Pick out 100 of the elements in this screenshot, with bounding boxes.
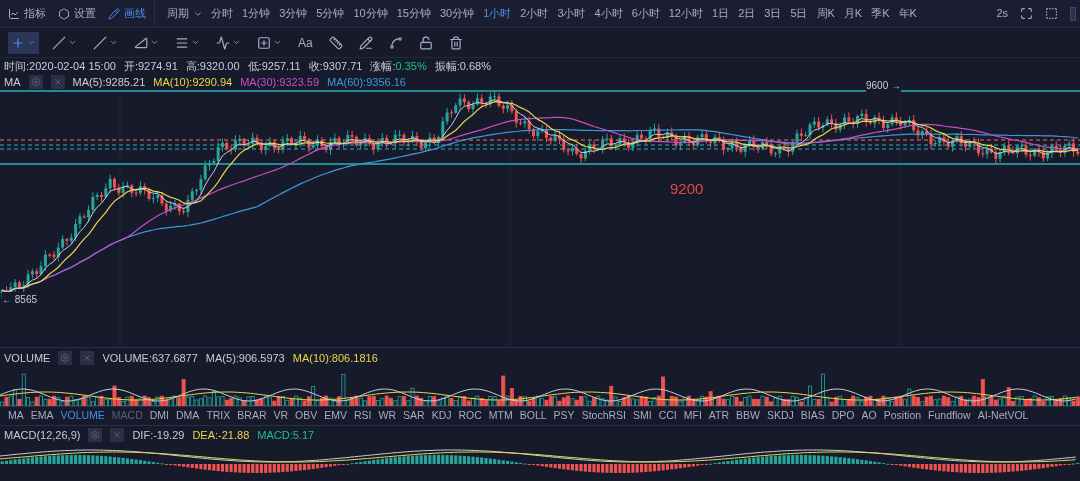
close-icon[interactable]: [50, 75, 65, 89]
indicator-value: MACD:5.17: [257, 427, 315, 443]
caret-icon: [68, 38, 77, 47]
period-tab[interactable]: 季K: [871, 5, 890, 22]
indicator-tab[interactable]: Fundflow: [928, 408, 971, 424]
indicator-tab[interactable]: DMI: [149, 408, 170, 424]
window-icon[interactable]: [1045, 7, 1058, 20]
ohlc-info: 时间:2020-02-04 15:00: [4, 58, 116, 74]
indicator-tab[interactable]: TRIX: [206, 408, 231, 424]
caret-icon: [191, 38, 200, 47]
indicator-value: MA(60):9356.16: [327, 74, 406, 90]
indicator-tab[interactable]: BRAR: [237, 408, 267, 424]
panel-edge: [1070, 6, 1076, 21]
indicator-tab[interactable]: SAR: [403, 408, 425, 424]
resistance-line[interactable]: [0, 90, 1080, 92]
indicator-tab[interactable]: EMV: [324, 408, 348, 424]
period-dropdown[interactable]: 周期: [167, 5, 203, 22]
period-tab[interactable]: 1日: [712, 5, 730, 22]
indicator-tab[interactable]: RSI: [354, 408, 372, 424]
indicator-tab[interactable]: AI-NetVOL: [977, 408, 1029, 424]
chart-icon: [8, 7, 20, 20]
period-tab[interactable]: 3分钟: [279, 5, 308, 22]
period-tab[interactable]: 3小时: [557, 5, 586, 22]
hexagon-icon: [58, 7, 70, 20]
indicator-value: MA(10):9290.94: [153, 74, 233, 90]
fullscreen-icon[interactable]: [1020, 7, 1033, 20]
period-tab[interactable]: 分时: [211, 5, 233, 22]
indicator-value: VOLUME:637.6877: [102, 350, 198, 366]
grid-plus-icon: [257, 35, 271, 50]
period-tab[interactable]: 2小时: [520, 5, 549, 22]
close-icon[interactable]: [80, 351, 95, 365]
indicator-tab[interactable]: WR: [378, 408, 397, 424]
caret-icon: [273, 38, 282, 47]
line-icon: [52, 35, 66, 50]
period-tab[interactable]: 1小时: [483, 5, 512, 22]
ohlc-info: 涨幅:0.35%: [370, 58, 427, 74]
indicator-tab[interactable]: ROC: [458, 408, 482, 424]
indicator-name: MA: [4, 74, 21, 90]
period-tab[interactable]: 5日: [790, 5, 808, 22]
toolbar-button[interactable]: 指标: [8, 5, 46, 22]
indicator-value: MA(10):806.1816: [292, 350, 378, 366]
ohlc-info: 开:9274.91: [123, 58, 178, 74]
period-tab[interactable]: 10分钟: [353, 5, 388, 22]
refresh-interval[interactable]: 2s: [996, 5, 1008, 22]
price-label: 9600 →: [866, 78, 902, 93]
triangle-icon: [134, 35, 148, 50]
indicator-name: VOLUME: [4, 350, 51, 366]
ohlc-info: 低:9257.11: [247, 58, 301, 74]
indicator-tab[interactable]: DMA: [176, 408, 200, 424]
ohlc-info: 高:9320.00: [185, 58, 240, 74]
indicator-tab[interactable]: PSY: [553, 408, 575, 424]
period-tab[interactable]: 15分钟: [396, 5, 431, 22]
period-tab[interactable]: 月K: [843, 5, 863, 22]
trash-icon: [448, 35, 463, 50]
drawing-tool[interactable]: [8, 31, 39, 54]
indicator-tab[interactable]: Position: [883, 408, 922, 424]
indicator-tab[interactable]: ATR: [708, 408, 730, 424]
period-tab[interactable]: 5分钟: [316, 5, 345, 22]
indicator-tab[interactable]: KDJ: [431, 408, 452, 424]
horizontal-lines-icon: [175, 35, 189, 50]
period-tab[interactable]: 3日: [764, 5, 782, 22]
text-tool[interactable]: Aa: [295, 31, 316, 54]
indicator-tab[interactable]: SKDJ: [767, 408, 794, 424]
indicator-tab[interactable]: EMA: [30, 408, 54, 424]
indicator-tab[interactable]: MA: [8, 408, 24, 424]
indicator-tab[interactable]: MFI: [683, 408, 702, 424]
indicator-tab[interactable]: StochRSI: [581, 408, 626, 424]
unlock-icon: [418, 35, 433, 50]
indicator-name: MACD(12,26,9): [4, 427, 81, 443]
period-tab[interactable]: 12小时: [668, 5, 703, 22]
period-tab[interactable]: 4小时: [594, 5, 623, 22]
close-icon[interactable]: [110, 428, 125, 442]
indicator-tab[interactable]: VOLUME: [60, 408, 105, 424]
caret-icon: [109, 38, 118, 47]
toolbar-button[interactable]: 画线: [108, 5, 146, 22]
period-tab[interactable]: 年K: [898, 5, 917, 22]
indicator-tab[interactable]: AO: [861, 408, 877, 424]
period-tab[interactable]: 6小时: [631, 5, 660, 22]
curve-icon: [388, 35, 403, 50]
period-tab[interactable]: 2日: [738, 5, 756, 22]
indicator-tab[interactable]: BIAS: [800, 408, 825, 424]
indicator-tab[interactable]: MTM: [488, 408, 513, 424]
pencil-icon: [108, 7, 120, 20]
indicator-tab[interactable]: VR: [273, 408, 289, 424]
period-tab[interactable]: 1分钟: [242, 5, 271, 22]
indicator-tab[interactable]: BOLL: [519, 408, 547, 424]
price-annotation: 9200: [670, 179, 704, 199]
caret-icon: [27, 38, 36, 47]
toolbar-button[interactable]: 设置: [58, 5, 96, 22]
period-tab[interactable]: 周K: [816, 5, 835, 22]
indicator-tab[interactable]: OBV: [295, 408, 318, 424]
period-tab[interactable]: 30分钟: [439, 5, 475, 22]
indicator-tab[interactable]: CCI: [658, 408, 677, 424]
ohlc-info: 收:9307.71: [308, 58, 363, 74]
ohlc-info: 振幅:0.68%: [434, 58, 491, 74]
indicator-tab[interactable]: SMI: [633, 408, 652, 424]
indicator-value: DEA:-21.88: [192, 427, 250, 443]
crosshair-icon: [11, 35, 25, 50]
indicator-tab[interactable]: DPO: [831, 408, 855, 424]
indicator-tab[interactable]: BBW: [736, 408, 760, 424]
